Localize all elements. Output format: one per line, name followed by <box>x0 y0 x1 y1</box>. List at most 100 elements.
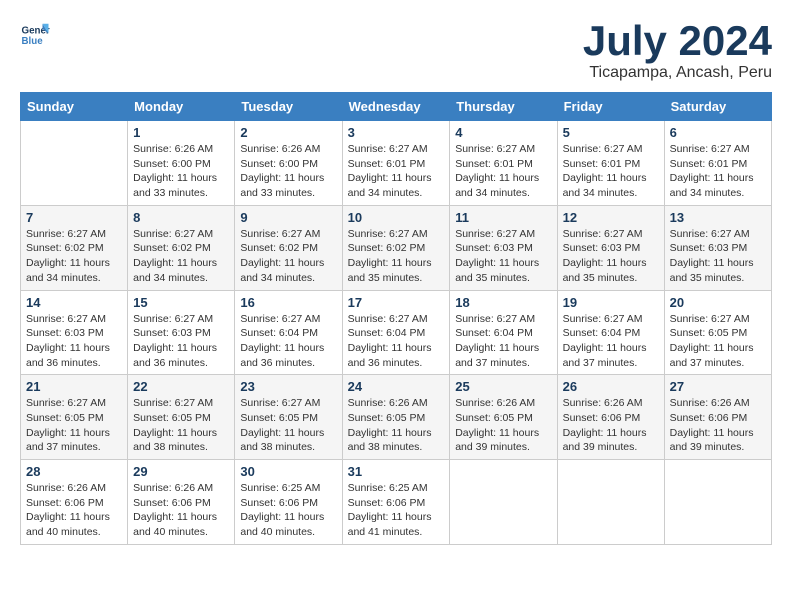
day-info: Sunrise: 6:26 AMSunset: 6:00 PMDaylight:… <box>133 142 229 201</box>
day-info: Sunrise: 6:26 AMSunset: 6:00 PMDaylight:… <box>240 142 336 201</box>
day-number: 25 <box>455 379 551 394</box>
calendar-cell: 22 Sunrise: 6:27 AMSunset: 6:05 PMDayligh… <box>128 375 235 460</box>
day-number: 16 <box>240 295 336 310</box>
weekday-header-saturday: Saturday <box>664 93 771 121</box>
location-subtitle: Ticapampa, Ancash, Peru <box>583 64 772 82</box>
calendar-cell: 7 Sunrise: 6:27 AMSunset: 6:02 PMDaylight… <box>21 205 128 290</box>
calendar-cell: 18Sunrise: 6:27 AMSunset: 6:04 PMDayligh… <box>450 290 557 375</box>
day-info: Sunrise: 6:26 AMSunset: 6:06 PMDaylight:… <box>26 481 122 540</box>
day-info: Sunrise: 6:27 AMSunset: 6:04 PMDaylight:… <box>563 312 659 371</box>
day-info: Sunrise: 6:27 AMSunset: 6:01 PMDaylight:… <box>348 142 445 201</box>
day-number: 8 <box>133 210 229 225</box>
calendar-cell <box>664 460 771 545</box>
calendar-cell <box>557 460 664 545</box>
day-info: Sunrise: 6:27 AMSunset: 6:01 PMDaylight:… <box>670 142 766 201</box>
day-number: 30 <box>240 464 336 479</box>
day-number: 14 <box>26 295 122 310</box>
calendar-cell: 3 Sunrise: 6:27 AMSunset: 6:01 PMDaylight… <box>342 121 450 206</box>
day-info: Sunrise: 6:27 AMSunset: 6:03 PMDaylight:… <box>670 227 766 286</box>
day-info: Sunrise: 6:27 AMSunset: 6:05 PMDaylight:… <box>133 396 229 455</box>
calendar-week-row: 28 Sunrise: 6:26 AMSunset: 6:06 PMDayligh… <box>21 460 772 545</box>
title-area: July 2024 Ticapampa, Ancash, Peru <box>583 20 772 82</box>
day-number: 19 <box>563 295 659 310</box>
calendar-week-row: 21 Sunrise: 6:27 AMSunset: 6:05 PMDayligh… <box>21 375 772 460</box>
day-info: Sunrise: 6:27 AMSunset: 6:01 PMDaylight:… <box>455 142 551 201</box>
day-number: 21 <box>26 379 122 394</box>
day-number: 31 <box>348 464 445 479</box>
calendar-cell <box>450 460 557 545</box>
calendar-cell: 1Sunrise: 6:26 AMSunset: 6:00 PMDaylight… <box>128 121 235 206</box>
day-number: 18 <box>455 295 551 310</box>
day-info: Sunrise: 6:25 AMSunset: 6:06 PMDaylight:… <box>240 481 336 540</box>
day-info: Sunrise: 6:27 AMSunset: 6:02 PMDaylight:… <box>133 227 229 286</box>
calendar-cell: 4 Sunrise: 6:27 AMSunset: 6:01 PMDaylight… <box>450 121 557 206</box>
calendar-cell: 15Sunrise: 6:27 AMSunset: 6:03 PMDayligh… <box>128 290 235 375</box>
day-number: 4 <box>455 125 551 140</box>
day-info: Sunrise: 6:26 AMSunset: 6:06 PMDaylight:… <box>563 396 659 455</box>
calendar-cell: 28 Sunrise: 6:26 AMSunset: 6:06 PMDayligh… <box>21 460 128 545</box>
day-info: Sunrise: 6:27 AMSunset: 6:03 PMDaylight:… <box>455 227 551 286</box>
day-info: Sunrise: 6:27 AMSunset: 6:05 PMDaylight:… <box>670 312 766 371</box>
day-number: 26 <box>563 379 659 394</box>
calendar-cell: 19 Sunrise: 6:27 AMSunset: 6:04 PMDayligh… <box>557 290 664 375</box>
calendar-cell: 17 Sunrise: 6:27 AMSunset: 6:04 PMDayligh… <box>342 290 450 375</box>
day-info: Sunrise: 6:27 AMSunset: 6:05 PMDaylight:… <box>240 396 336 455</box>
calendar-cell: 25 Sunrise: 6:26 AMSunset: 6:05 PMDayligh… <box>450 375 557 460</box>
day-info: Sunrise: 6:25 AMSunset: 6:06 PMDaylight:… <box>348 481 445 540</box>
logo: General Blue <box>20 20 50 50</box>
weekday-header-sunday: Sunday <box>21 93 128 121</box>
day-info: Sunrise: 6:26 AMSunset: 6:05 PMDaylight:… <box>455 396 551 455</box>
day-number: 9 <box>240 210 336 225</box>
logo-icon: General Blue <box>20 20 50 50</box>
day-number: 6 <box>670 125 766 140</box>
day-info: Sunrise: 6:26 AMSunset: 6:06 PMDaylight:… <box>670 396 766 455</box>
day-number: 28 <box>26 464 122 479</box>
day-info: Sunrise: 6:27 AMSunset: 6:03 PMDaylight:… <box>26 312 122 371</box>
day-info: Sunrise: 6:27 AMSunset: 6:02 PMDaylight:… <box>26 227 122 286</box>
day-info: Sunrise: 6:27 AMSunset: 6:04 PMDaylight:… <box>348 312 445 371</box>
calendar-cell: 2 Sunrise: 6:26 AMSunset: 6:00 PMDaylight… <box>235 121 342 206</box>
calendar-table: SundayMondayTuesdayWednesdayThursdayFrid… <box>20 92 772 545</box>
day-number: 2 <box>240 125 336 140</box>
calendar-week-row: 14 Sunrise: 6:27 AMSunset: 6:03 PMDayligh… <box>21 290 772 375</box>
day-number: 27 <box>670 379 766 394</box>
day-number: 7 <box>26 210 122 225</box>
calendar-cell: 26 Sunrise: 6:26 AMSunset: 6:06 PMDayligh… <box>557 375 664 460</box>
page-header: General Blue July 2024 Ticapampa, Ancash… <box>20 20 772 82</box>
calendar-cell: 9Sunrise: 6:27 AMSunset: 6:02 PMDaylight… <box>235 205 342 290</box>
day-number: 10 <box>348 210 445 225</box>
calendar-cell: 8 Sunrise: 6:27 AMSunset: 6:02 PMDaylight… <box>128 205 235 290</box>
day-number: 11 <box>455 210 551 225</box>
calendar-cell: 23 Sunrise: 6:27 AMSunset: 6:05 PMDayligh… <box>235 375 342 460</box>
calendar-cell: 14 Sunrise: 6:27 AMSunset: 6:03 PMDayligh… <box>21 290 128 375</box>
calendar-cell: 5 Sunrise: 6:27 AMSunset: 6:01 PMDaylight… <box>557 121 664 206</box>
calendar-cell: 24 Sunrise: 6:26 AMSunset: 6:05 PMDayligh… <box>342 375 450 460</box>
day-number: 20 <box>670 295 766 310</box>
day-info: Sunrise: 6:27 AMSunset: 6:04 PMDaylight:… <box>240 312 336 371</box>
day-number: 24 <box>348 379 445 394</box>
day-info: Sunrise: 6:27 AMSunset: 6:01 PMDaylight:… <box>563 142 659 201</box>
day-number: 5 <box>563 125 659 140</box>
calendar-cell: 13 Sunrise: 6:27 AMSunset: 6:03 PMDayligh… <box>664 205 771 290</box>
day-number: 13 <box>670 210 766 225</box>
day-number: 17 <box>348 295 445 310</box>
month-title: July 2024 <box>583 20 772 62</box>
day-number: 15 <box>133 295 229 310</box>
calendar-week-row: 1Sunrise: 6:26 AMSunset: 6:00 PMDaylight… <box>21 121 772 206</box>
day-info: Sunrise: 6:26 AMSunset: 6:05 PMDaylight:… <box>348 396 445 455</box>
day-number: 23 <box>240 379 336 394</box>
day-number: 22 <box>133 379 229 394</box>
calendar-cell: 12Sunrise: 6:27 AMSunset: 6:03 PMDayligh… <box>557 205 664 290</box>
weekday-header-row: SundayMondayTuesdayWednesdayThursdayFrid… <box>21 93 772 121</box>
weekday-header-wednesday: Wednesday <box>342 93 450 121</box>
day-number: 12 <box>563 210 659 225</box>
day-number: 3 <box>348 125 445 140</box>
day-number: 29 <box>133 464 229 479</box>
calendar-week-row: 7 Sunrise: 6:27 AMSunset: 6:02 PMDaylight… <box>21 205 772 290</box>
calendar-cell: 21Sunrise: 6:27 AMSunset: 6:05 PMDayligh… <box>21 375 128 460</box>
calendar-cell: 20 Sunrise: 6:27 AMSunset: 6:05 PMDayligh… <box>664 290 771 375</box>
calendar-cell: 29Sunrise: 6:26 AMSunset: 6:06 PMDayligh… <box>128 460 235 545</box>
calendar-cell: 31 Sunrise: 6:25 AMSunset: 6:06 PMDayligh… <box>342 460 450 545</box>
calendar-cell: 10Sunrise: 6:27 AMSunset: 6:02 PMDayligh… <box>342 205 450 290</box>
calendar-cell: 6 Sunrise: 6:27 AMSunset: 6:01 PMDaylight… <box>664 121 771 206</box>
